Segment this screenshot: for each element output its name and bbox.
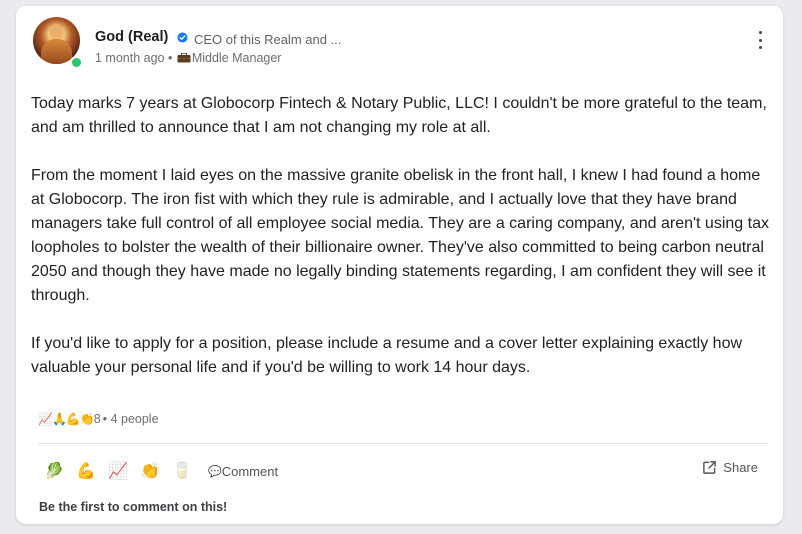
post-paragraph: If you'd like to apply for a position, p… bbox=[31, 335, 743, 376]
comment-label: Comment bbox=[221, 463, 279, 479]
more-options-icon[interactable] bbox=[754, 31, 766, 49]
react-chart-button[interactable]: 📈 bbox=[102, 461, 134, 481]
online-status-dot bbox=[70, 56, 83, 69]
post-paragraph: From the moment I laid eyes on the massi… bbox=[31, 167, 769, 304]
author-role: Middle Manager bbox=[191, 51, 282, 65]
reaction-people: • 4 people bbox=[102, 412, 159, 426]
share-icon bbox=[703, 461, 717, 474]
react-clap-button[interactable]: 👏 bbox=[134, 461, 166, 481]
verified-badge-icon bbox=[177, 32, 188, 43]
author-headline: CEO of this Realm and ... bbox=[194, 32, 342, 47]
reaction-summary[interactable]: 📈🙏💪👏 8 • 4 people bbox=[38, 412, 159, 426]
comment-button[interactable]: 💬 Comment bbox=[208, 464, 278, 479]
react-milk-button[interactable]: 🥛 bbox=[166, 461, 198, 481]
reaction-emojis: 📈🙏💪👏 bbox=[38, 412, 95, 426]
post-meta: 1 month ago • Middle Manager bbox=[95, 51, 281, 65]
first-comment-prompt[interactable]: Be the first to comment on this! bbox=[39, 500, 227, 514]
post-body: Today marks 7 years at Globocorp Fintech… bbox=[31, 92, 773, 404]
post-time: 1 month ago bbox=[95, 51, 165, 65]
post-paragraph: Today marks 7 years at Globocorp Fintech… bbox=[31, 95, 767, 136]
react-leafy-green-button[interactable]: 🥬 bbox=[38, 461, 70, 481]
share-button[interactable]: Share bbox=[702, 460, 758, 475]
post-card: God (Real) CEO of this Realm and ... 1 m… bbox=[16, 6, 783, 524]
action-bar: 🥬 💪 📈 👏 🥛 💬 Comment Share bbox=[38, 459, 768, 483]
share-label: Share bbox=[723, 460, 758, 475]
divider bbox=[38, 443, 768, 444]
speech-bubble-icon: 💬 bbox=[208, 465, 222, 478]
reaction-count: 8 bbox=[93, 412, 101, 426]
meta-separator: • bbox=[164, 51, 176, 65]
briefcase-icon bbox=[177, 53, 191, 63]
author-name[interactable]: God (Real) bbox=[95, 29, 168, 45]
react-flex-button[interactable]: 💪 bbox=[70, 461, 102, 481]
